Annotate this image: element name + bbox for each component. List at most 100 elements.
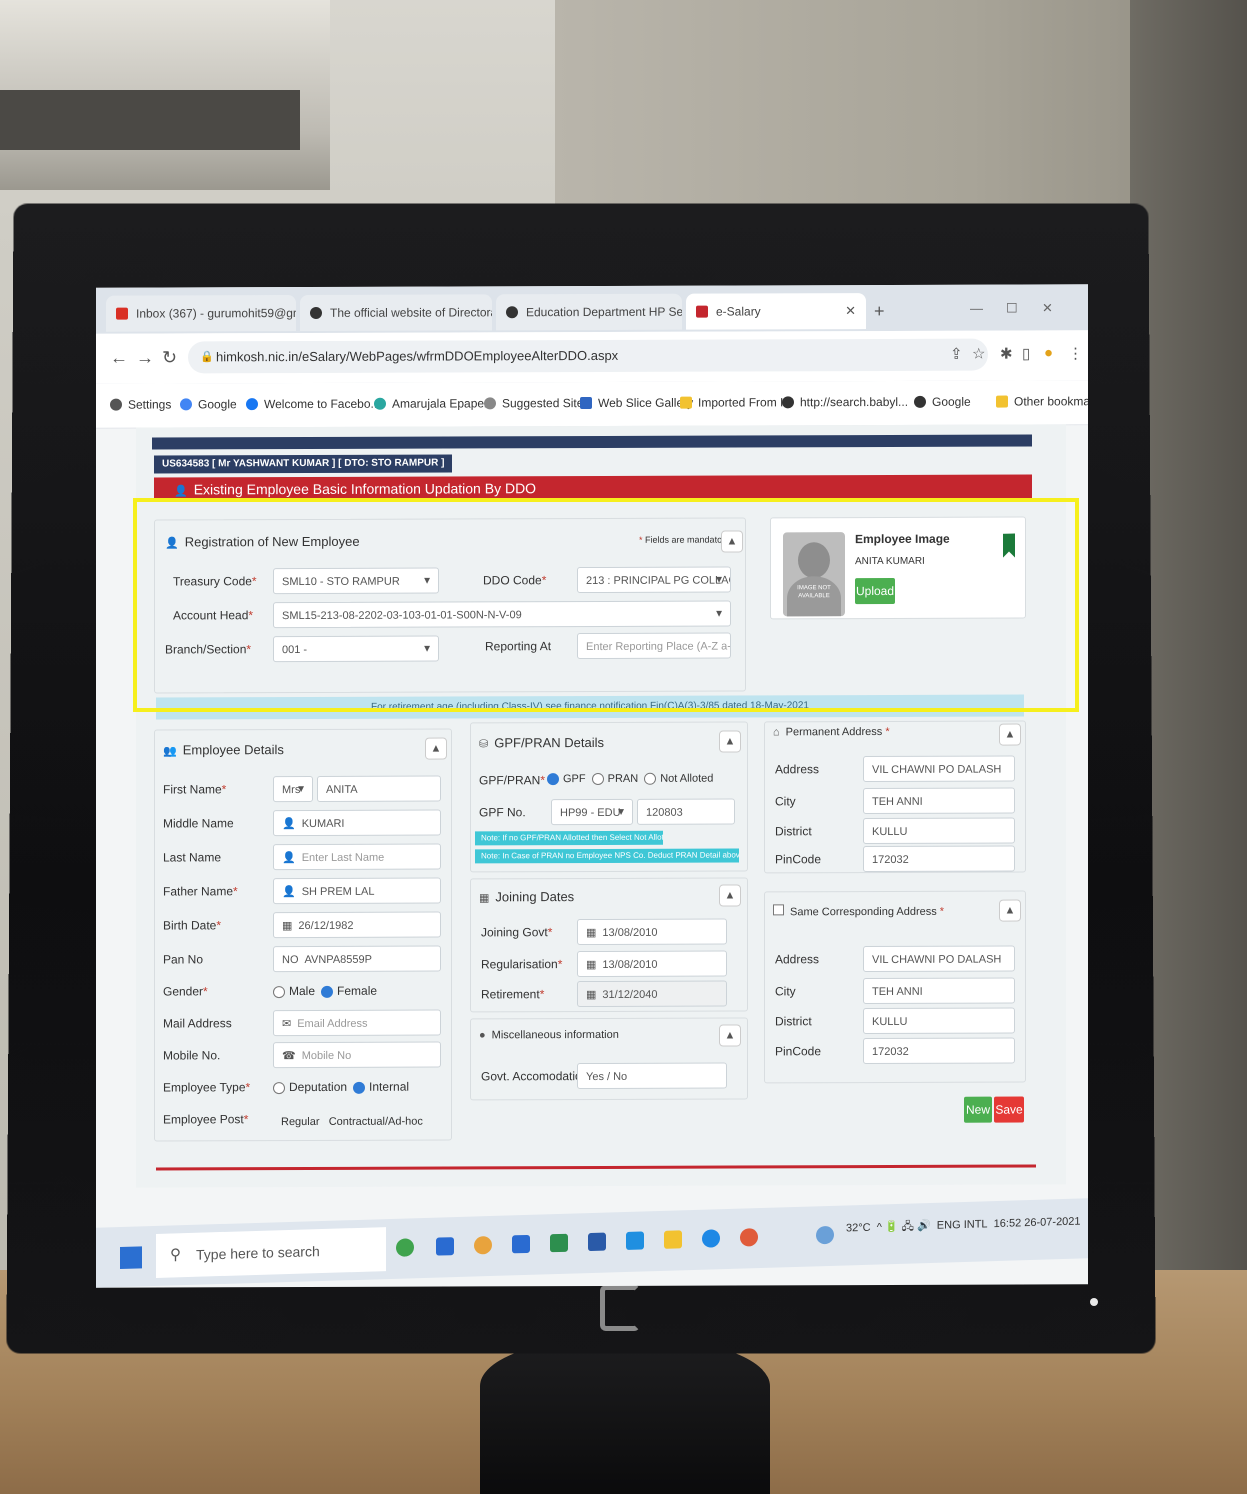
bookmark-google-2[interactable]: Google (914, 395, 971, 409)
windows-start-icon[interactable] (120, 1246, 142, 1270)
taskbar-search-input[interactable]: ⚲ Type here to search (156, 1227, 386, 1278)
gender-radio-group[interactable]: Male Female (267, 984, 377, 998)
bookmark-facebook[interactable]: Welcome to Facebo... (246, 397, 381, 411)
clock-time[interactable]: 16:52 (994, 1217, 1022, 1230)
chevron-up-icon[interactable]: ▲ (425, 737, 447, 760)
new-tab-button[interactable]: + (874, 301, 885, 322)
share-icon[interactable]: ⇪ (950, 345, 963, 363)
perm-district-input[interactable]: KULLU (863, 817, 1015, 845)
corr-pincode-input[interactable]: 172032 (863, 1037, 1015, 1065)
tab-gmail[interactable]: Inbox (367) - gurumohit59@gmail ✕ (106, 295, 296, 332)
file-explorer-icon[interactable] (664, 1230, 682, 1249)
calculator-icon[interactable] (512, 1234, 530, 1254)
corr-district-input[interactable]: KULLU (863, 1007, 1015, 1035)
sidebar-icon[interactable]: ▯ (1022, 344, 1030, 362)
employee-type-radio-group[interactable]: Deputation Internal (267, 1080, 409, 1094)
pan-input[interactable]: NO AVNPA8559P (273, 945, 441, 973)
middle-name-input[interactable]: 👤 KUMARI (273, 809, 441, 837)
bookmark-google[interactable]: Google (180, 397, 237, 411)
radio-not-alloted[interactable] (644, 772, 657, 785)
tab-directorate[interactable]: The official website of Directorate ✕ (300, 294, 492, 332)
gpf-series-select[interactable]: HP99 - EDU ▼ (551, 798, 633, 826)
checkbox[interactable] (773, 904, 784, 916)
chrome-active-icon[interactable] (740, 1228, 758, 1247)
profile-icon[interactable]: ● (1044, 344, 1053, 361)
gpf-radio-group[interactable]: GPF PRAN Not Alloted (541, 773, 713, 786)
task-view-icon[interactable] (436, 1237, 454, 1256)
language[interactable]: ENG (937, 1219, 961, 1232)
last-name-input[interactable]: 👤 Enter Last Name (273, 843, 441, 871)
father-name-input[interactable]: 👤 SH PREM LAL (273, 877, 441, 905)
edge-icon[interactable] (702, 1229, 720, 1248)
panel-title-text: Joining Dates (495, 889, 575, 905)
reload-icon[interactable]: ↻ (162, 347, 177, 368)
window-close-icon[interactable]: ✕ (1042, 300, 1053, 316)
bookmark-amarujala[interactable]: Amarujala Epaper (374, 396, 488, 411)
radio-gpf[interactable] (547, 773, 559, 786)
chevron-up-icon[interactable]: ▲ (719, 1024, 741, 1047)
radio-label: Not Alloted (660, 772, 714, 785)
bookmark-imported[interactable]: Imported From IE (680, 395, 791, 410)
chevron-up-icon[interactable]: ▲ (719, 884, 741, 907)
joining-govt-input[interactable]: ▦ 13/08/2010 (577, 918, 727, 946)
option-regular[interactable]: Regular (281, 1116, 320, 1128)
option-contractual[interactable]: Contractual/Ad-hoc (329, 1116, 423, 1128)
perm-city-input[interactable]: TEH ANNI (863, 787, 1015, 815)
store-icon[interactable] (626, 1231, 644, 1251)
same-address-checkbox-row[interactable]: Same Corresponding Address * (773, 904, 944, 919)
forward-icon[interactable]: → (136, 348, 154, 369)
new-button[interactable]: New (964, 1096, 992, 1123)
radio-internal[interactable] (353, 1081, 366, 1094)
input-value: AVNPA8559P (304, 953, 372, 967)
extensions-icon[interactable]: ✱ (1000, 345, 1013, 363)
regularisation-input[interactable]: ▦ 13/08/2010 (577, 950, 727, 978)
calendar-icon: ▦ (479, 892, 490, 905)
globe-icon (310, 306, 322, 319)
close-icon[interactable]: ✕ (839, 303, 856, 319)
radio-deputation[interactable] (273, 1081, 285, 1094)
perm-pincode-input[interactable]: 172032 (863, 845, 1015, 873)
back-icon[interactable]: ← (110, 348, 128, 369)
system-tray: 32°C ^ 🔋 🖧 🔊 ENG INTL 16:52 26-07-2021 (846, 1215, 1081, 1235)
save-button[interactable]: Save (994, 1096, 1024, 1123)
excel-icon[interactable] (550, 1233, 568, 1253)
bookmark-settings[interactable]: Settings (110, 397, 171, 412)
url-input[interactable]: 🔒 himkosh.nic.in/eSalary/WebPages/wfrmDD… (188, 338, 988, 374)
mail-address-input[interactable]: ✉ Email Address (273, 1009, 441, 1037)
bookmark-webslice[interactable]: Web Slice Gallery (580, 396, 693, 410)
perm-address-input[interactable]: VIL CHAWNI PO DALASH (863, 755, 1015, 783)
menu-icon[interactable]: ⋮ (1068, 344, 1083, 362)
gpf-no-input[interactable]: 120803 (637, 798, 735, 825)
radio-label: PRAN (607, 772, 639, 785)
star-icon[interactable]: ☆ (972, 345, 985, 363)
chevron-up-icon[interactable]: ▲ (719, 730, 741, 753)
radio-pran[interactable] (591, 773, 604, 786)
tab-education[interactable]: Education Department HP Secret ✕ (496, 293, 682, 331)
pan-prefix: NO (282, 954, 299, 967)
word-icon[interactable] (588, 1232, 606, 1252)
bookmark-babylon[interactable]: http://search.babyl... (782, 395, 908, 409)
bookmark-other[interactable]: Other bookmarks (996, 394, 1088, 409)
cortana-icon[interactable] (396, 1238, 414, 1257)
salutation-select[interactable]: Mrs ▼ (273, 775, 313, 803)
chrome-icon[interactable] (474, 1235, 492, 1255)
govt-accom-select[interactable]: Yes / No (577, 1062, 727, 1090)
maximize-icon[interactable]: ☐ (1006, 301, 1018, 317)
corr-city-input[interactable]: TEH ANNI (863, 977, 1015, 1005)
perm-pincode-label: PinCode (775, 852, 822, 867)
tab-label: Inbox (367) - gurumohit59@gmail (136, 305, 296, 321)
radio-female[interactable] (321, 985, 334, 998)
chevron-up-icon[interactable]: ▲ (999, 899, 1021, 922)
first-name-input[interactable]: ANITA (317, 775, 441, 802)
employee-post-options[interactable]: Regular Contractual/Ad-hoc (281, 1116, 423, 1128)
corr-address-input[interactable]: VIL CHAWNI PO DALASH (863, 945, 1015, 973)
regularisation-label: Regularisation* (481, 957, 563, 972)
mobile-input[interactable]: ☎ Mobile No (273, 1041, 441, 1069)
birth-date-input[interactable]: ▦ 26/12/1982 (273, 911, 441, 939)
bookmark-suggested[interactable]: Suggested Sites (484, 396, 589, 410)
tab-esalary[interactable]: e-Salary ✕ (686, 293, 866, 330)
clock-date[interactable]: 26-07-2021 (1024, 1216, 1080, 1230)
chevron-up-icon[interactable]: ▲ (999, 723, 1021, 746)
minimize-icon[interactable]: — (970, 301, 983, 316)
radio-male[interactable] (273, 985, 285, 998)
